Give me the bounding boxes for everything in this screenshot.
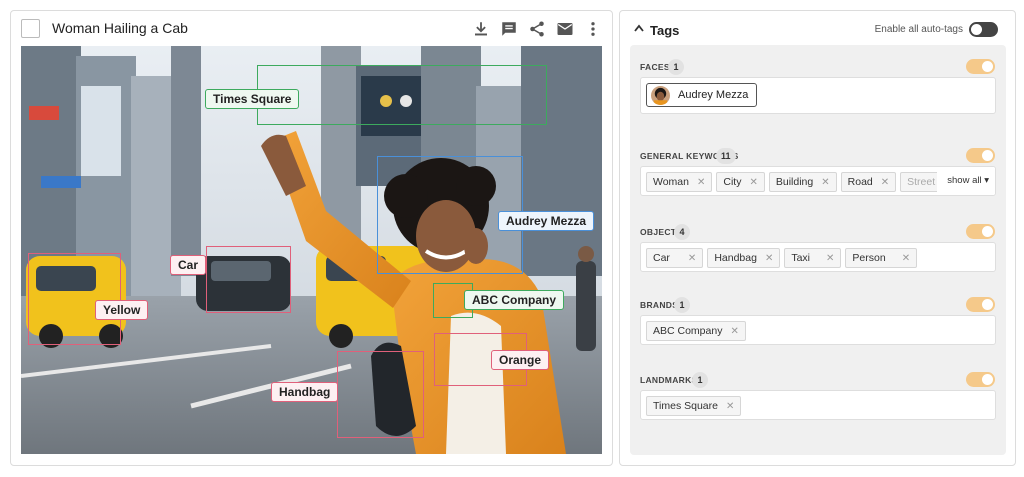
show-all-button[interactable]: show all ▾ bbox=[937, 167, 995, 195]
chip[interactable]: Handbag ✕ bbox=[707, 248, 781, 268]
bbox-car[interactable] bbox=[206, 246, 291, 313]
tag-box-faces: Audrey Mezza bbox=[640, 77, 996, 114]
remove-icon[interactable]: ✕ bbox=[749, 177, 757, 188]
asset-card: Woman Hailing a Cab Times Square Audrey … bbox=[10, 10, 613, 466]
chip-label: Person bbox=[852, 252, 886, 264]
bbox-yellow[interactable] bbox=[28, 253, 121, 345]
remove-icon[interactable]: ✕ bbox=[881, 177, 889, 188]
chip[interactable]: Car ✕ bbox=[646, 248, 704, 268]
remove-icon[interactable]: ✕ bbox=[821, 177, 829, 188]
chip-label: Car bbox=[653, 252, 670, 264]
chip[interactable]: Taxi ✕ bbox=[784, 248, 842, 268]
tags-header: Tags Enable all auto-tags bbox=[620, 11, 1015, 45]
chip-label: Road bbox=[847, 176, 873, 188]
toggle-faces[interactable] bbox=[966, 59, 995, 74]
tag-box-brands: ABC Company ✕ bbox=[640, 315, 996, 345]
count-badge-general-keywords: 11 bbox=[716, 148, 736, 164]
section-title-object: OBJECT bbox=[640, 227, 677, 237]
brand-chips: ABC Company ✕ bbox=[646, 321, 746, 341]
chip-label: Building bbox=[775, 176, 814, 188]
section-title-faces: FACES bbox=[640, 62, 670, 72]
remove-icon[interactable]: ✕ bbox=[730, 326, 738, 337]
chip-label: ABC Company bbox=[653, 325, 723, 337]
object-chips: Car ✕ Handbag ✕ Taxi ✕ Person ✕ bbox=[646, 248, 918, 268]
section-title-brands: BRANDS bbox=[640, 300, 679, 310]
annotation-label-times-square[interactable]: Times Square bbox=[205, 89, 300, 109]
asset-header: Woman Hailing a Cab bbox=[11, 11, 612, 47]
toggle-object[interactable] bbox=[966, 224, 995, 239]
chip-label: Times Square bbox=[653, 400, 718, 412]
chip-label: Woman bbox=[653, 176, 689, 188]
landmark-chips: Times Square ✕ bbox=[646, 396, 742, 416]
annotation-label-yellow[interactable]: Yellow bbox=[95, 300, 149, 320]
face-avatar bbox=[651, 85, 670, 105]
chip[interactable]: Building ✕ bbox=[768, 172, 837, 192]
chevron-down-icon: ▾ bbox=[984, 175, 989, 186]
remove-icon[interactable]: ✕ bbox=[726, 401, 734, 412]
annotation-label-orange[interactable]: Orange bbox=[491, 350, 550, 370]
remove-icon[interactable]: ✕ bbox=[902, 253, 910, 264]
tag-box-general-keywords: Woman✕ City✕ Building✕ Road✕ Street Fash… bbox=[640, 166, 996, 196]
bbox-times-square[interactable] bbox=[257, 65, 547, 125]
asset-photo[interactable]: Times Square Audrey Mezza Car Yellow ABC… bbox=[21, 46, 602, 454]
toggle-general-keywords[interactable] bbox=[966, 148, 995, 163]
share-icon[interactable] bbox=[528, 20, 546, 38]
annotation-label-abc-company[interactable]: ABC Company bbox=[464, 290, 565, 310]
face-chip-label: Audrey Mezza bbox=[678, 89, 749, 101]
download-icon[interactable] bbox=[472, 20, 490, 38]
count-badge-faces: 1 bbox=[668, 59, 684, 75]
select-checkbox[interactable] bbox=[21, 19, 40, 38]
chip-label: City bbox=[723, 176, 742, 188]
auto-tags-toggle[interactable] bbox=[969, 22, 998, 37]
tags-title: Tags bbox=[650, 23, 680, 38]
chip[interactable]: Person ✕ bbox=[845, 248, 918, 268]
chip[interactable]: Times Square ✕ bbox=[646, 396, 742, 416]
remove-icon[interactable]: ✕ bbox=[765, 253, 773, 264]
tags-card: Tags Enable all auto-tags FACES 1 Audrey… bbox=[619, 10, 1016, 466]
show-all-label: show all bbox=[947, 175, 982, 186]
count-badge-landmarks: 1 bbox=[692, 372, 708, 388]
chevron-up-icon[interactable] bbox=[634, 24, 644, 32]
annotation-label-handbag[interactable]: Handbag bbox=[271, 382, 339, 402]
chip[interactable]: Road ✕ bbox=[840, 172, 897, 192]
count-badge-brands: 1 bbox=[674, 297, 690, 313]
chip[interactable]: ABC Company ✕ bbox=[646, 321, 746, 341]
tag-box-landmarks: Times Square ✕ bbox=[640, 390, 996, 420]
mail-icon[interactable] bbox=[556, 20, 574, 38]
face-chip[interactable]: Audrey Mezza bbox=[646, 83, 758, 107]
comment-icon[interactable] bbox=[500, 20, 518, 38]
chip[interactable]: Woman ✕ bbox=[646, 172, 713, 192]
remove-icon[interactable]: ✕ bbox=[697, 177, 705, 188]
annotation-label-car[interactable]: Car bbox=[170, 255, 207, 275]
keyword-chips: Woman✕ City✕ Building✕ Road✕ Street Fash… bbox=[646, 172, 983, 192]
tags-panel: FACES 1 Audrey Mezza GENERAL KEYWORDS 11… bbox=[630, 45, 1006, 455]
asset-title: Woman Hailing a Cab bbox=[52, 20, 188, 36]
tag-box-object: Car ✕ Handbag ✕ Taxi ✕ Person ✕ bbox=[640, 242, 996, 272]
section-title-landmarks: LANDMARKS bbox=[640, 375, 698, 385]
chip[interactable]: City ✕ bbox=[716, 172, 765, 192]
toggle-brands[interactable] bbox=[966, 297, 995, 312]
asset-toolbar bbox=[472, 20, 602, 38]
auto-tags-label: Enable all auto-tags bbox=[874, 24, 963, 35]
remove-icon[interactable]: ✕ bbox=[826, 253, 834, 264]
remove-icon[interactable]: ✕ bbox=[688, 253, 696, 264]
more-vertical-icon[interactable] bbox=[584, 20, 602, 38]
count-badge-object: 4 bbox=[674, 224, 690, 240]
annotation-label-audrey-mezza[interactable]: Audrey Mezza bbox=[498, 211, 595, 231]
chip-label: Taxi bbox=[791, 252, 811, 264]
bbox-handbag[interactable] bbox=[337, 351, 424, 438]
toggle-landmarks[interactable] bbox=[966, 372, 995, 387]
chip-label: Handbag bbox=[714, 252, 757, 264]
